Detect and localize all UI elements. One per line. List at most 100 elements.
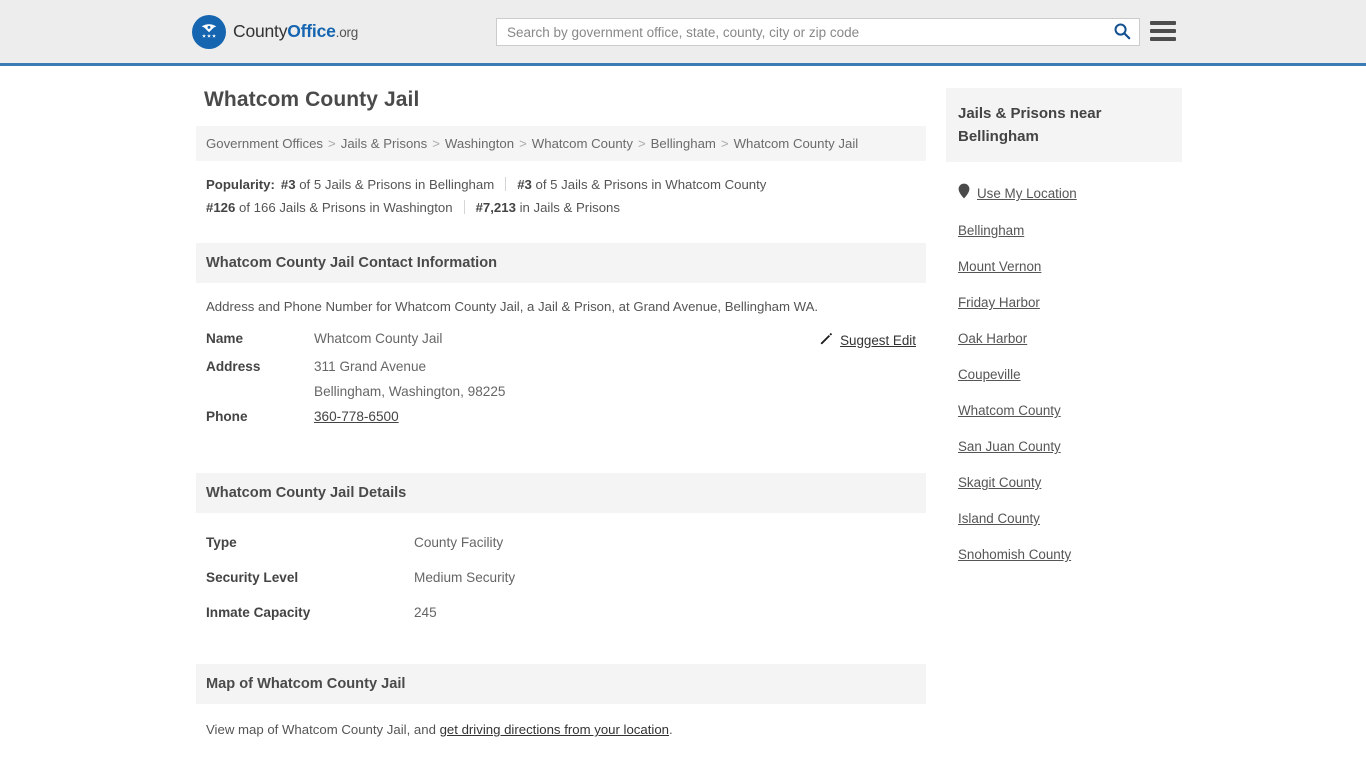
popularity-divider <box>505 177 507 191</box>
sidebar-link-8[interactable]: Skagit County <box>958 475 1041 490</box>
details-table: Type County Facility Security Level Medi… <box>196 525 926 630</box>
list-item: Oak Harbor <box>946 321 1182 357</box>
sidebar-link-7[interactable]: San Juan County <box>958 439 1061 454</box>
contact-key-address: Address <box>206 359 261 374</box>
popularity-rank: #3 <box>517 177 532 192</box>
popularity-item-0: #3 of 5 Jails & Prisons in Bellingham <box>280 177 495 192</box>
driving-directions-link[interactable]: get driving directions from your locatio… <box>440 722 669 737</box>
list-item: Friday Harbor <box>946 285 1182 321</box>
popularity-section: Popularity: #3 of 5 Jails & Prisons in Be… <box>196 161 926 227</box>
search-bar <box>496 18 1140 46</box>
contact-description: Address and Phone Number for Whatcom Cou… <box>206 299 819 314</box>
sidebar-link-1[interactable]: Bellingham <box>958 223 1024 238</box>
table-row: Phone 360-778-6500 <box>196 404 926 429</box>
table-row: Address 311 Grand Avenue <box>196 354 926 379</box>
map-note-text-before: View map of Whatcom County Jail, and <box>206 722 440 737</box>
popularity-item-1: #3 of 5 Jails & Prisons in Whatcom Count… <box>517 177 767 192</box>
breadcrumb-item-5: Whatcom County Jail <box>733 136 859 151</box>
suggest-edit-cell: Suggest Edit <box>705 326 927 354</box>
popularity-rank: #7,213 <box>475 200 516 215</box>
logo-text-part1: County <box>233 21 288 41</box>
table-row: Type County Facility <box>196 525 926 560</box>
breadcrumb-item-1[interactable]: Jails & Prisons <box>341 136 427 151</box>
details-value-security-level: Medium Security <box>414 570 516 585</box>
sidebar-link-3[interactable]: Friday Harbor <box>958 295 1040 310</box>
breadcrumb-separator: > <box>432 136 440 151</box>
map-note-text-after: . <box>669 722 673 737</box>
sidebar-link-0[interactable]: Use My Location <box>977 186 1077 201</box>
list-item: Use My Location <box>946 174 1182 213</box>
contact-value-name: Whatcom County Jail <box>314 331 443 346</box>
list-item: Bellingham <box>946 213 1182 249</box>
suggest-edit-button[interactable]: Suggest Edit <box>819 331 916 349</box>
list-item: Coupeville <box>946 357 1182 393</box>
site-logo-text: CountyOffice.org <box>233 21 358 42</box>
list-item: Island County <box>946 501 1182 537</box>
popularity-rank: #3 <box>280 177 296 192</box>
sidebar: Jails & Prisons near Bellingham Use My L… <box>946 66 1182 747</box>
list-item: Mount Vernon <box>946 249 1182 285</box>
table-row: Inmate Capacity 245 <box>196 595 926 630</box>
breadcrumb-separator: > <box>720 136 729 151</box>
table-row: Security Level Medium Security <box>196 560 926 595</box>
logo-text-part3: .org <box>335 25 359 40</box>
sidebar-link-9[interactable]: Island County <box>958 511 1040 526</box>
suggest-edit-label: Suggest Edit <box>840 332 916 348</box>
popularity-item-3: #7,213 in Jails & Prisons <box>475 200 620 215</box>
map-note: View map of Whatcom County Jail, and get… <box>196 704 926 747</box>
search-icon <box>1113 22 1131 43</box>
sidebar-link-10[interactable]: Snohomish County <box>958 547 1071 562</box>
popularity-item-2: #126 of 166 Jails & Prisons in Washingto… <box>206 200 453 215</box>
list-item: Skagit County <box>946 465 1182 501</box>
map-section-heading: Map of Whatcom County Jail <box>196 664 926 704</box>
breadcrumb-separator: > <box>519 136 527 151</box>
list-item: Whatcom County <box>946 393 1182 429</box>
contact-key-phone: Phone <box>206 409 248 424</box>
details-key-inmate-capacity: Inmate Capacity <box>206 605 311 620</box>
breadcrumb-separator: > <box>328 136 336 151</box>
details-section-heading: Whatcom County Jail Details <box>196 473 926 513</box>
page-title: Whatcom County Jail <box>204 88 420 111</box>
list-item: San Juan County <box>946 429 1182 465</box>
details-key-type: Type <box>206 535 237 550</box>
contact-value-phone: 360-778-6500 <box>304 404 705 429</box>
eagle-seal-icon <box>192 14 226 49</box>
contact-key-blank <box>196 379 304 404</box>
hamburger-menu-button[interactable] <box>1150 19 1176 43</box>
breadcrumb-separator: > <box>637 136 646 151</box>
hamburger-bar <box>1150 37 1176 41</box>
site-logo[interactable]: CountyOffice.org <box>192 14 358 49</box>
contact-table: Name Whatcom County Jail Suggest Edit Ad… <box>196 326 926 429</box>
contact-key-name: Name <box>206 331 244 346</box>
table-row: Bellingham, Washington, 98225 <box>196 379 926 404</box>
page-body: Whatcom County Jail Government Offices > J… <box>0 66 1366 747</box>
contact-value-address-street: 311 Grand Avenue <box>314 359 427 374</box>
hamburger-bar <box>1150 21 1176 25</box>
search-input[interactable] <box>497 19 1105 45</box>
site-header: CountyOffice.org <box>0 0 1366 66</box>
logo-text-part2: Office <box>287 21 336 41</box>
popularity-divider <box>463 200 465 214</box>
map-pin-icon <box>958 183 970 204</box>
sidebar-heading: Jails & Prisons near Bellingham <box>946 88 1182 162</box>
details-key-security-level: Security Level <box>206 570 299 585</box>
search-button[interactable] <box>1105 19 1139 45</box>
sidebar-link-6[interactable]: Whatcom County <box>958 403 1061 418</box>
breadcrumb-item-0[interactable]: Government Offices <box>206 136 323 151</box>
sidebar-list: Use My Location Bellingham Mount Vernon Fri… <box>946 162 1182 573</box>
phone-link[interactable]: 360-778-6500 <box>314 409 399 424</box>
table-row: Name Whatcom County Jail Suggest Edit <box>196 326 926 354</box>
hamburger-bar <box>1150 29 1176 33</box>
sidebar-link-2[interactable]: Mount Vernon <box>958 259 1041 274</box>
list-item: Snohomish County <box>946 537 1182 573</box>
contact-value-address-city: Bellingham, Washington, 98225 <box>314 384 506 399</box>
breadcrumb-item-2[interactable]: Washington <box>445 136 514 151</box>
sidebar-link-4[interactable]: Oak Harbor <box>958 331 1027 346</box>
breadcrumb-item-3[interactable]: Whatcom County <box>532 136 633 151</box>
main-content: Whatcom County Jail Government Offices > J… <box>196 66 926 747</box>
details-value-type: County Facility <box>414 535 504 550</box>
sidebar-link-5[interactable]: Coupeville <box>958 367 1021 382</box>
breadcrumb: Government Offices > Jails & Prisons > Washi… <box>196 126 926 161</box>
details-value-inmate-capacity: 245 <box>414 605 437 620</box>
breadcrumb-item-4[interactable]: Bellingham <box>651 136 716 151</box>
